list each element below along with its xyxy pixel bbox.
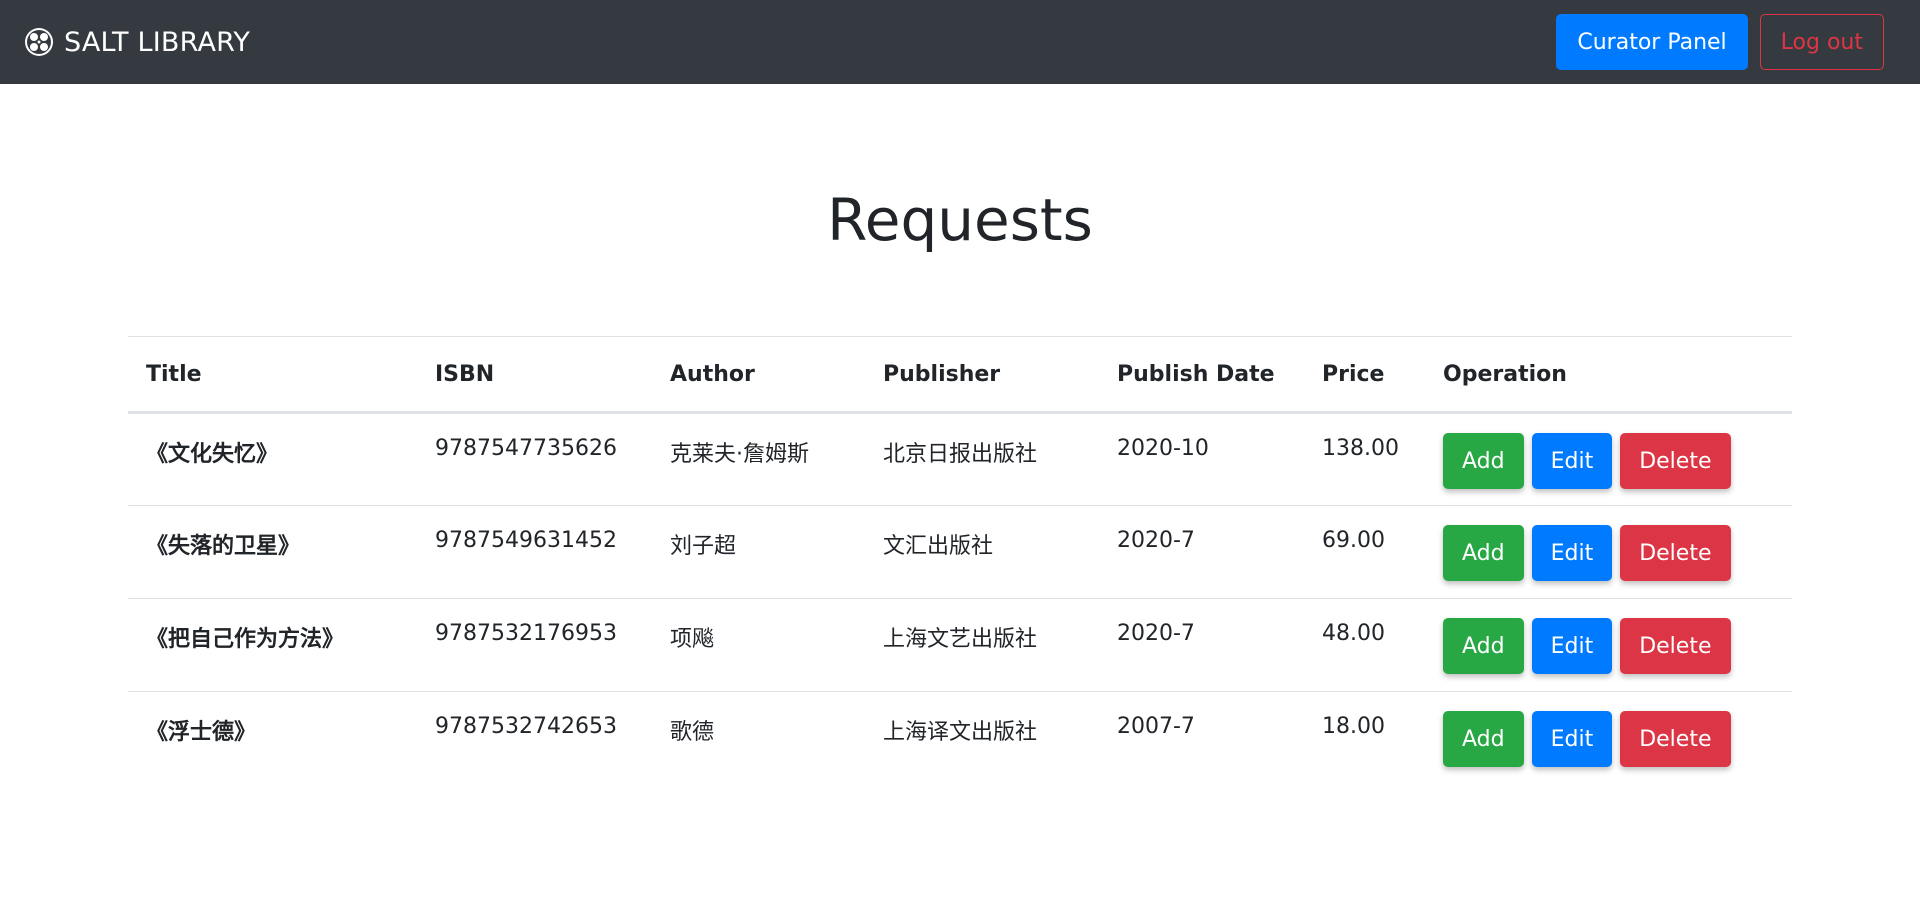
delete-button[interactable]: Delete: [1620, 433, 1731, 489]
book-publisher: 上海文艺出版社: [865, 598, 1099, 692]
add-button[interactable]: Add: [1443, 711, 1524, 767]
logout-button[interactable]: Log out: [1759, 14, 1884, 70]
book-title: 《失落的卫星》: [128, 505, 417, 599]
table-row: 《失落的卫星》 9787549631452 刘子超 文汇出版社 2020-7 6…: [128, 505, 1792, 599]
book-isbn: 9787532742653: [435, 714, 617, 739]
column-header-publisher: Publisher: [865, 336, 1099, 414]
add-button[interactable]: Add: [1443, 433, 1524, 489]
operation-buttons: Add Edit Delete: [1443, 618, 1774, 674]
column-header-operation: Operation: [1425, 336, 1792, 414]
add-button[interactable]: Add: [1443, 618, 1524, 674]
edit-button[interactable]: Edit: [1531, 525, 1613, 581]
operation-buttons: Add Edit Delete: [1443, 433, 1774, 489]
edit-button[interactable]: Edit: [1531, 433, 1613, 489]
column-header-isbn: ISBN: [417, 336, 652, 414]
table-row: 《把自己作为方法》 9787532176953 项飚 上海文艺出版社 2020-…: [128, 598, 1792, 692]
book-price: 138.00: [1304, 412, 1425, 506]
book-publisher: 上海译文出版社: [883, 720, 1038, 745]
book-publisher: 北京日报出版社: [865, 412, 1099, 506]
requests-table-container: Title ISBN Author Publisher Publish Date…: [128, 336, 1792, 785]
operation-cell: Add Edit Delete: [1425, 598, 1792, 692]
film-reel-icon: [24, 27, 54, 57]
operation-buttons: Add Edit Delete: [1443, 525, 1774, 581]
book-isbn: 9787547735626: [417, 412, 652, 506]
book-author: 项飚: [652, 598, 865, 692]
operation-buttons: Add Edit Delete: [1443, 711, 1774, 767]
book-price: 69.00: [1304, 505, 1425, 599]
book-publish-date: 2020-7: [1099, 505, 1304, 599]
book-publish-date: 2007-7: [1117, 714, 1195, 739]
brand-link[interactable]: SALT LIBRARY: [24, 27, 250, 58]
operation-cell: Add Edit Delete: [1425, 692, 1792, 785]
book-isbn: 9787549631452: [417, 505, 652, 599]
curator-panel-button[interactable]: Curator Panel: [1556, 14, 1748, 70]
brand-name: SALT LIBRARY: [64, 26, 251, 58]
book-isbn: 9787532176953: [417, 598, 652, 692]
book-author: 刘子超: [652, 505, 865, 599]
column-header-publish-date: Publish Date: [1099, 336, 1304, 414]
operation-cell: Add Edit Delete: [1425, 412, 1792, 506]
column-header-title: Title: [128, 336, 417, 414]
book-publisher: 文汇出版社: [865, 505, 1099, 599]
top-navbar: SALT LIBRARY Curator Panel Log out: [0, 0, 1920, 84]
add-button[interactable]: Add: [1443, 525, 1524, 581]
delete-button[interactable]: Delete: [1620, 525, 1731, 581]
book-author: 克莱夫·詹姆斯: [652, 412, 865, 506]
edit-button[interactable]: Edit: [1531, 618, 1613, 674]
book-author: 歌德: [670, 720, 715, 745]
column-header-author: Author: [652, 336, 865, 414]
book-title: 《浮士德》: [146, 720, 257, 745]
book-price: 18.00: [1322, 714, 1385, 739]
book-title: 《文化失忆》: [128, 412, 417, 506]
table-row: 《浮士德》 9787532742653 歌德 上海译文出版社 2007-7 18…: [128, 692, 1792, 785]
book-title: 《把自己作为方法》: [128, 598, 417, 692]
page-title: Requests: [827, 186, 1093, 254]
delete-button[interactable]: Delete: [1620, 618, 1731, 674]
requests-table: Title ISBN Author Publisher Publish Date…: [128, 336, 1792, 785]
book-price: 48.00: [1304, 598, 1425, 692]
book-publish-date: 2020-7: [1099, 598, 1304, 692]
table-row: 《文化失忆》 9787547735626 克莱夫·詹姆斯 北京日报出版社 202…: [128, 412, 1792, 506]
book-publish-date: 2020-10: [1099, 412, 1304, 506]
navbar-actions: Curator Panel Log out: [1556, 14, 1884, 70]
table-header-row: Title ISBN Author Publisher Publish Date…: [128, 336, 1792, 414]
delete-button[interactable]: Delete: [1620, 711, 1731, 767]
edit-button[interactable]: Edit: [1531, 711, 1613, 767]
operation-cell: Add Edit Delete: [1425, 505, 1792, 599]
column-header-price: Price: [1304, 336, 1425, 414]
